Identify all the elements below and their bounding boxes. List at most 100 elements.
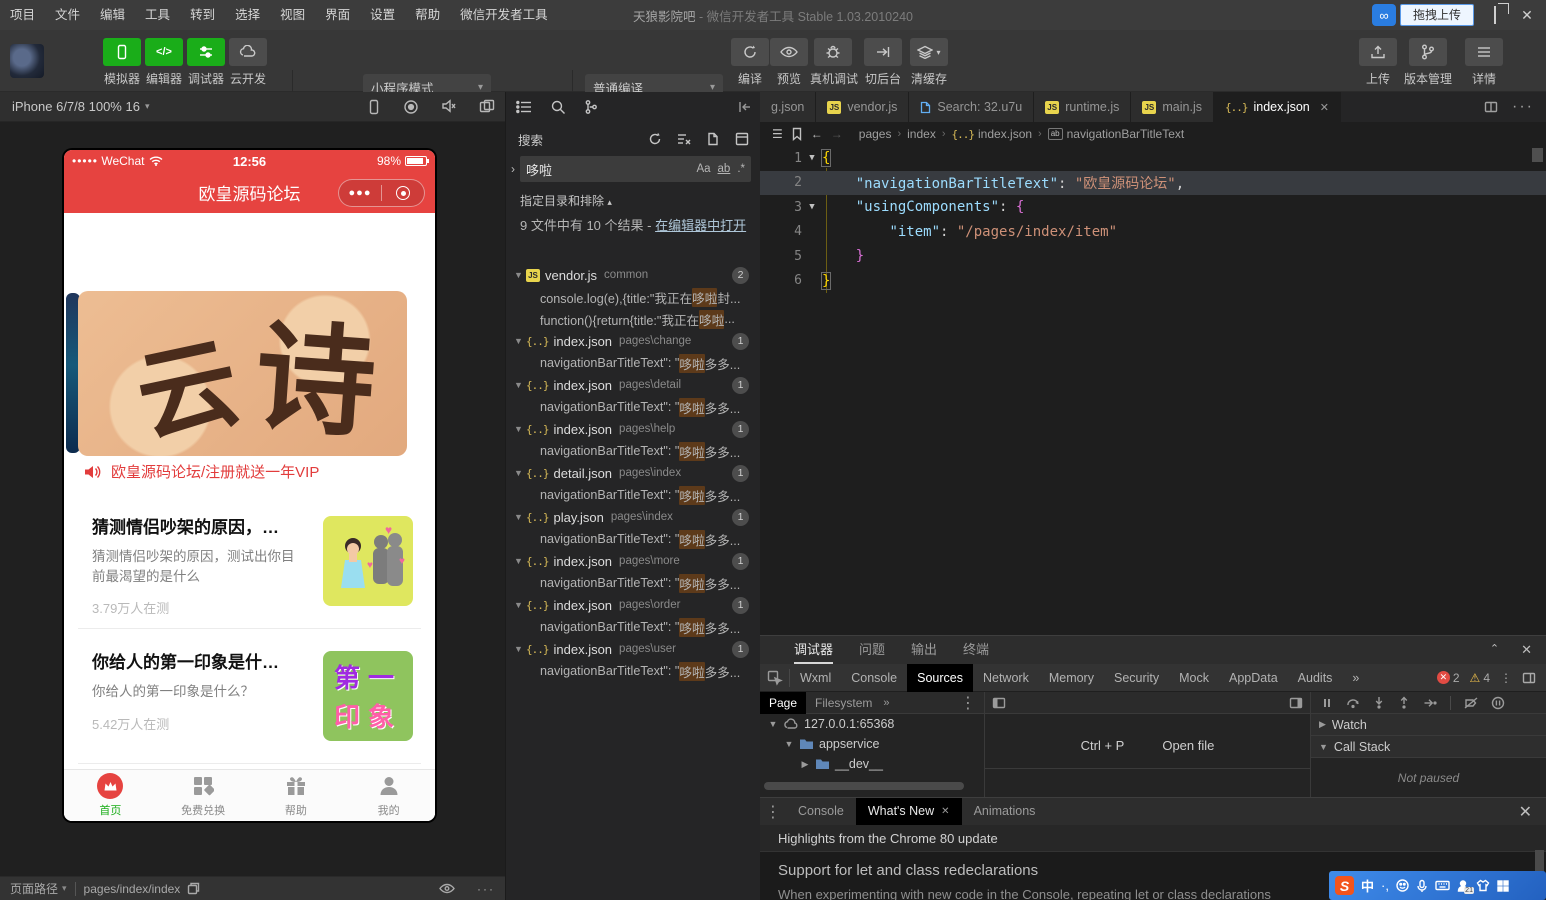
page-path-label[interactable]: 页面路径: [10, 880, 58, 897]
open-in-editor-icon[interactable]: [706, 132, 720, 146]
ime-cn-mode[interactable]: 中: [1361, 876, 1374, 895]
devtools-overflow-icon[interactable]: »: [1342, 664, 1369, 692]
action-清缓存[interactable]: ▾ 清缓存: [906, 38, 952, 87]
carousel-banner[interactable]: 云 诗: [78, 291, 407, 456]
devtools-tab-network[interactable]: Network: [973, 664, 1039, 692]
exit-icon[interactable]: [382, 186, 424, 200]
search-result-file[interactable]: ▼ {..} index.json pages\more 1: [506, 550, 761, 572]
devtools-tab-console[interactable]: Console: [841, 664, 907, 692]
search-result-file[interactable]: ▼ {..} detail.json pages\index 1: [506, 462, 761, 484]
phone-tab-帮助[interactable]: 帮助: [250, 770, 343, 821]
more-menu-icon[interactable]: ●●●: [339, 187, 381, 199]
chevron-down-icon[interactable]: ▼: [768, 719, 778, 729]
editor-tab-Search: 32.u7u[interactable]: Search: 32.u7u: [909, 92, 1035, 122]
tool-编辑器[interactable]: </> 编辑器: [142, 38, 186, 87]
devtools-tab-sources[interactable]: Sources: [907, 663, 973, 692]
editor-tab-main.js[interactable]: JS main.js: [1131, 92, 1214, 122]
maximize-button[interactable]: [1484, 6, 1506, 24]
deactivate-breakpoints-icon[interactable]: [1464, 696, 1478, 709]
close-tab-icon[interactable]: ✕: [941, 798, 949, 825]
devtools-tab-mock[interactable]: Mock: [1169, 664, 1219, 692]
open-file-label[interactable]: Open file: [1162, 738, 1214, 753]
action-切后台[interactable]: 切后台: [860, 38, 906, 87]
menu-编辑[interactable]: 编辑: [90, 0, 135, 30]
ime-keyboard-icon[interactable]: [1435, 880, 1450, 891]
user-avatar[interactable]: [10, 44, 44, 78]
cloud-upload-icon[interactable]: ∞: [1371, 4, 1396, 26]
search-match-line[interactable]: navigationBarTitleText": " 哆啦 多多...: [506, 572, 761, 594]
devtools-tab-security[interactable]: Security: [1104, 664, 1169, 692]
bookmark-icon[interactable]: [791, 127, 803, 141]
close-panel-icon[interactable]: ✕: [1521, 642, 1532, 658]
search-match-line[interactable]: navigationBarTitleText": " 哆啦 多多...: [506, 396, 761, 418]
whole-word-icon[interactable]: ab: [718, 163, 731, 175]
devtools-tab-memory[interactable]: Memory: [1039, 664, 1104, 692]
search-icon[interactable]: [550, 99, 566, 115]
right-action-上传[interactable]: 上传: [1352, 38, 1404, 87]
close-drawer-icon[interactable]: ✕: [1519, 802, 1546, 822]
search-match-line[interactable]: navigationBarTitleText": " 哆啦 多多...: [506, 616, 761, 638]
regex-icon[interactable]: .*: [737, 163, 745, 175]
show-debugger-icon[interactable]: [1289, 697, 1303, 709]
devtools-kebab-icon[interactable]: ⋮: [1500, 671, 1512, 685]
nav-overflow-icon[interactable]: »: [883, 697, 889, 709]
debugger-tab-输出[interactable]: 输出: [911, 636, 937, 664]
search-match-line[interactable]: navigationBarTitleText": " 哆啦 多多...: [506, 528, 761, 550]
code-line[interactable]: 3 ▼ "usingComponents": {: [760, 195, 1546, 220]
pause-on-exceptions-icon[interactable]: [1491, 696, 1505, 710]
search-match-line[interactable]: function(){return{title:"我正在 哆啦...: [506, 308, 761, 330]
device-selector[interactable]: iPhone 6/7/8 100% 16 ▾: [12, 99, 149, 114]
code-line[interactable]: 5 }: [760, 244, 1546, 269]
code-line[interactable]: 6}: [760, 269, 1546, 294]
device-frame-icon[interactable]: [367, 99, 381, 115]
step-into-icon[interactable]: [1373, 696, 1385, 709]
file-list-icon[interactable]: [516, 100, 532, 114]
close-window-button[interactable]: ✕: [1516, 7, 1538, 24]
code-line[interactable]: 2 "navigationBarTitleText": "欧皇源码论坛",: [760, 170, 1546, 195]
mute-icon[interactable]: [441, 98, 457, 115]
editor-tab-runtime.js[interactable]: JS runtime.js: [1034, 92, 1132, 122]
copy-path-icon[interactable]: [187, 882, 200, 895]
card-thumbnail[interactable]: 第一 印象: [323, 651, 413, 741]
devtools-tab-audits[interactable]: Audits: [1288, 664, 1343, 692]
phone-tab-我的[interactable]: 我的: [342, 770, 435, 821]
phone-tab-首页[interactable]: 首页: [64, 770, 157, 821]
search-result-file[interactable]: ▼ {..} index.json pages\detail 1: [506, 374, 761, 396]
code-line[interactable]: 4 "item": "/pages/index/item": [760, 220, 1546, 245]
search-input[interactable]: 哆啦 Aa ab .*: [520, 156, 751, 182]
tree-hscrollbar[interactable]: [764, 782, 964, 790]
menu-选择[interactable]: 选择: [225, 0, 270, 30]
capsule-menu[interactable]: ●●●: [338, 179, 425, 207]
tool-模拟器[interactable]: 模拟器: [100, 38, 144, 87]
ime-punct[interactable]: ·,: [1381, 878, 1389, 893]
search-match-line[interactable]: navigationBarTitleText": " 哆啦 多多...: [506, 660, 761, 682]
ime-skin-icon[interactable]: [1476, 879, 1490, 892]
pin-tab-icon[interactable]: [737, 100, 753, 114]
show-navigator-icon[interactable]: [992, 697, 1006, 709]
drawer-tab-animations[interactable]: Animations: [962, 798, 1048, 825]
fold-icon[interactable]: ▼: [802, 153, 822, 163]
more-tabs-icon[interactable]: ···: [1512, 98, 1534, 116]
error-counter[interactable]: ✕ 2: [1436, 671, 1460, 685]
sources-nav-tab-filesystem[interactable]: Filesystem: [806, 692, 881, 714]
debugger-tab-终端[interactable]: 终端: [963, 636, 989, 664]
content-card[interactable]: 你给人的第一印象是什… 你给人的第一印象是什么？ 5.42万人在测 第一 印象: [92, 648, 421, 741]
nav-back-icon[interactable]: ←: [811, 127, 823, 141]
step-over-icon[interactable]: [1346, 697, 1360, 709]
editor-tab-g.json[interactable]: g.json: [760, 92, 817, 122]
search-result-file[interactable]: ▼ {..} index.json pages\help 1: [506, 418, 761, 440]
content-card[interactable]: 猜测情侣吵架的原因，… 猜测情侣吵架的原因，测试出你目前最渴望的是什么 3.79万人…: [92, 513, 421, 617]
tool-云开发[interactable]: 云开发: [226, 38, 270, 87]
devtools-tab-wxml[interactable]: Wxml: [790, 664, 841, 692]
ime-grid-icon[interactable]: [1497, 879, 1509, 892]
open-in-editor-link[interactable]: 在编辑器中打开: [655, 218, 746, 233]
inspect-element-icon[interactable]: [760, 668, 790, 687]
split-editor-icon[interactable]: [1484, 101, 1498, 113]
collapse-panel-icon[interactable]: ⌃: [1490, 642, 1499, 658]
ime-mic-icon[interactable]: [1416, 879, 1428, 893]
chevron-right-icon[interactable]: ▶: [800, 759, 810, 770]
drawer-kebab-icon[interactable]: ⋮: [760, 802, 786, 822]
dock-icon[interactable]: [1522, 672, 1536, 684]
ime-emoji-icon[interactable]: [1396, 879, 1409, 892]
search-result-file[interactable]: ▼ {..} play.json pages\index 1: [506, 506, 761, 528]
